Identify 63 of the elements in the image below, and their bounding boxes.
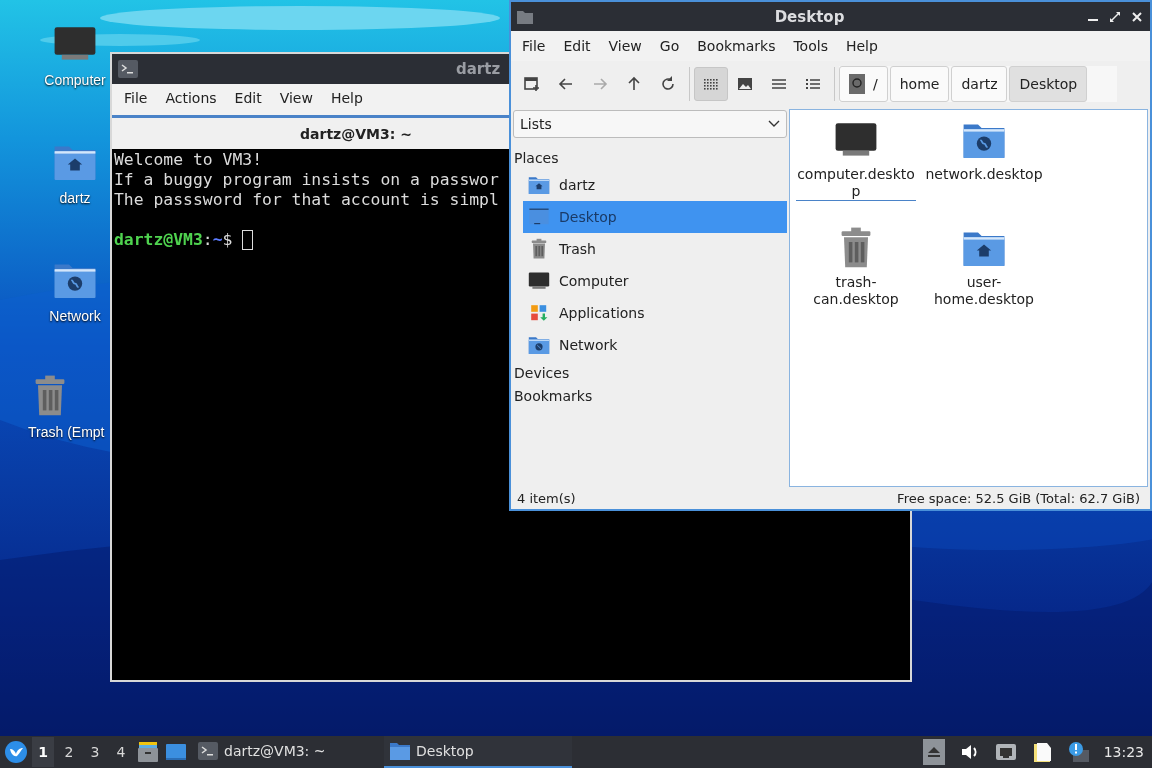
sidebar-item[interactable]: dartz [523,169,787,201]
maximize-icon[interactable] [1108,9,1122,24]
desktop-icon-label[interactable]: dartz [59,190,91,206]
output-line: Welcome to VM3! [114,150,263,170]
menu-item[interactable]: View [270,90,322,106]
path-button[interactable]: / [839,66,888,102]
output-line: If a buggy program insists on a passwor [114,170,499,190]
side-pane-dropdown[interactable]: Lists [513,110,787,138]
close-icon[interactable] [1130,9,1144,24]
menu-item[interactable]: Bookmarks [688,38,785,54]
shell-prompt: dartz@VM3:~$ [114,230,233,250]
sidebar-item[interactable]: Applications [523,297,787,329]
notification-icon[interactable] [1066,741,1089,763]
task-button[interactable]: Desktop [384,736,572,768]
path-button[interactable]: dartz [951,66,1008,102]
terminal-icon [198,742,218,760]
clock[interactable]: 13:23 [1097,744,1152,760]
menu-item[interactable]: View [599,38,651,54]
sidebar-item[interactable]: Network [523,329,787,361]
free-space: Free space: 52.5 GiB (Total: 62.7 GiB) [897,490,1140,506]
text-cursor [242,230,254,250]
desktop-file-entry[interactable]: user-home.desktop [922,224,1046,332]
drive-icon [849,74,865,94]
menu-item[interactable]: File [513,38,555,54]
window-title: Desktop [773,7,846,26]
menu-item[interactable]: File [115,90,157,106]
workspace-button[interactable]: 1 [32,737,54,767]
menu-item[interactable]: Edit [225,90,271,106]
new-tab-icon [522,74,542,94]
desktop-file-entry[interactable]: trash-can.desktop [794,224,918,332]
menu-item[interactable]: Actions [156,90,226,106]
sidebar-item[interactable]: Desktop [523,201,787,233]
desktop-file-entry[interactable]: network.desktop [922,116,1046,224]
sidebar-item[interactable]: Trash [523,233,787,265]
window-title: dartz [456,60,501,78]
workspace-button[interactable]: 2 [58,737,80,767]
section-header[interactable]: Places [513,146,787,169]
item-count: 4 item(s) [517,490,576,506]
menu-item[interactable]: Edit [554,38,600,54]
workspace-button[interactable]: 4 [110,737,132,767]
desktop-icon-label[interactable]: Trash (Empt [28,424,105,440]
folder-icon [390,742,410,760]
task-button[interactable]: dartz@VM3: ~ [192,736,380,768]
terminal-icon [118,60,138,78]
output-line: The passsword for that account is simpl [114,190,499,210]
chevron-down-icon [768,120,780,128]
desktop-file-entry[interactable]: computer.desktop [794,116,918,224]
menu-item[interactable]: Help [321,90,372,106]
section-header[interactable]: Bookmarks [513,384,787,407]
menu-item[interactable]: Tools [784,38,837,54]
menu-item[interactable]: Help [836,38,887,54]
section-header[interactable]: Devices [513,361,787,384]
file-cabinet-icon[interactable] [136,740,160,764]
desktop-icon-label[interactable]: Network [49,308,101,324]
ethernet-icon[interactable] [994,741,1017,763]
sidebar-item[interactable]: Computer [523,265,787,297]
workspace-button[interactable]: 3 [84,737,106,767]
eject-icon[interactable] [922,739,945,765]
folder-icon [517,9,533,24]
menu-item[interactable]: Go [650,38,689,54]
path-button[interactable]: Desktop [1009,66,1088,102]
path-button[interactable]: home [889,66,950,102]
start-menu-icon[interactable] [4,740,28,764]
